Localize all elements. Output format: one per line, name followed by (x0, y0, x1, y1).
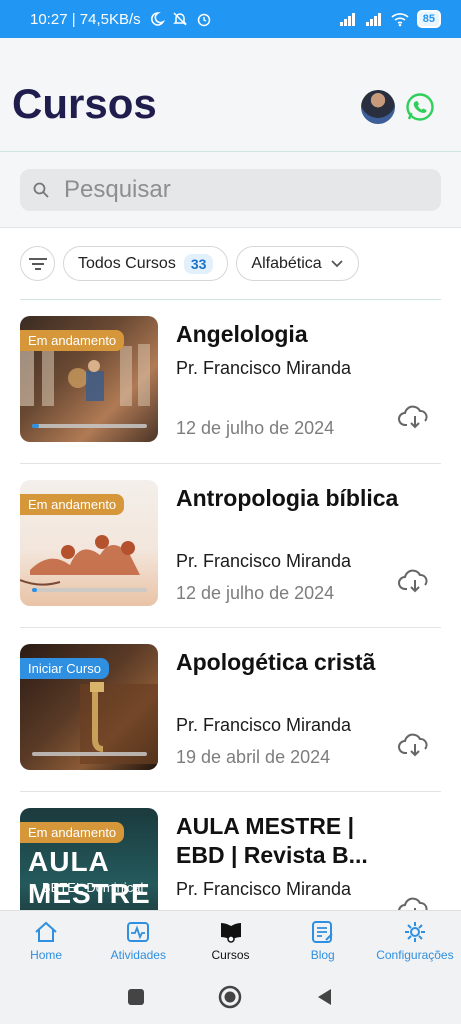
nav-activities[interactable]: Atividades (92, 911, 184, 970)
status-badge: Em andamento (20, 330, 125, 351)
filter-icon (28, 257, 47, 270)
course-card[interactable]: Em andamento Antropologia bíblica Pr. Fr… (20, 464, 441, 628)
sort-label: Alfabética (251, 254, 322, 272)
alarm-icon (197, 13, 210, 27)
course-thumbnail[interactable]: Em andamento (20, 316, 158, 442)
status-time: 10:27 | 74,5KB/s (30, 10, 141, 28)
nav-blog[interactable]: Blog (277, 911, 369, 970)
activity-icon (127, 921, 150, 942)
thumbnail-title: AULA MESTRE (28, 846, 151, 909)
course-date: 12 de julho de 2024 (176, 418, 335, 438)
course-author: Pr. Francisco Miranda (176, 551, 352, 571)
signal-icon (339, 13, 355, 26)
course-author: Pr. Francisco Miranda (176, 879, 352, 899)
course-list: Em andamento Angelologia Pr. Francisco M… (20, 300, 441, 956)
nav-label: Cursos (211, 947, 250, 962)
course-date: 19 de abril de 2024 (176, 747, 331, 767)
status-bar: 10:27 | 74,5KB/s 85 (0, 0, 461, 38)
download-cloud-icon[interactable] (398, 732, 432, 758)
nav-settings[interactable]: Configurações (369, 911, 461, 970)
whatsapp-icon[interactable] (404, 91, 436, 123)
nav-label: Configurações (376, 947, 454, 962)
course-card[interactable]: Iniciar Curso Apologética cristã Pr. Fra… (20, 628, 441, 792)
home-button-icon[interactable] (217, 984, 243, 1010)
gear-icon (404, 921, 425, 942)
course-title[interactable]: Angelologia (176, 320, 406, 349)
download-cloud-icon[interactable] (398, 404, 432, 430)
course-date: 12 de julho de 2024 (176, 583, 335, 603)
muted-bell-icon (172, 12, 187, 26)
course-author: Pr. Francisco Miranda (176, 715, 352, 735)
nav-label: Blog (310, 947, 335, 962)
search-icon (33, 182, 49, 198)
status-badge: Em andamento (20, 822, 125, 843)
progress-fill (32, 424, 39, 428)
course-title[interactable]: AULA MESTRE | EBD | Revista B... (176, 812, 406, 870)
moon-icon (150, 12, 165, 26)
course-author: Pr. Francisco Miranda (176, 358, 352, 378)
course-thumbnail[interactable]: Iniciar Curso (20, 644, 158, 770)
home-icon (35, 921, 57, 942)
download-cloud-icon[interactable] (398, 568, 432, 594)
page-header: Cursos (0, 38, 461, 152)
blog-icon (311, 920, 333, 943)
courses-count-badge: 33 (183, 253, 214, 274)
all-courses-label: Todos Cursos (78, 254, 176, 272)
nav-courses[interactable]: Cursos (184, 911, 276, 970)
back-icon[interactable] (315, 987, 335, 1007)
course-thumbnail[interactable]: Em andamento (20, 480, 158, 606)
nav-label: Atividades (110, 947, 166, 962)
nav-home[interactable]: Home (0, 911, 92, 970)
thumbnail-subtitle: BETEL Dominical (42, 880, 144, 895)
progress-bar (32, 752, 147, 756)
page-title: Cursos (12, 80, 157, 127)
bottom-nav: Home Atividades Cursos Blog Configuraçõe… (0, 910, 461, 970)
course-title[interactable]: Antropologia bíblica (176, 484, 406, 513)
course-title[interactable]: Apologética cristã (176, 648, 406, 677)
nav-label: Home (30, 947, 63, 962)
chevron-down-icon (331, 259, 343, 267)
battery-indicator: 85 (416, 10, 441, 28)
progress-bar (32, 588, 147, 592)
signal-icon (365, 13, 381, 26)
status-badge: Iniciar Curso (20, 658, 109, 679)
search-area (0, 152, 461, 228)
course-card[interactable]: Em andamento Angelologia Pr. Francisco M… (20, 300, 441, 464)
search-input[interactable] (64, 176, 404, 204)
all-courses-chip[interactable]: Todos Cursos 33 (63, 246, 229, 281)
progress-fill (32, 588, 37, 592)
courses-icon (220, 922, 241, 943)
status-badge: Em andamento (20, 494, 125, 515)
recent-apps-icon[interactable] (126, 987, 146, 1007)
filter-row: Todos Cursos 33 Alfabética (20, 246, 359, 281)
filter-button[interactable] (20, 246, 55, 281)
search-box[interactable] (20, 169, 441, 211)
progress-bar (32, 424, 147, 428)
avatar[interactable] (361, 90, 395, 124)
system-nav-bar (0, 970, 461, 1024)
sort-dropdown[interactable]: Alfabética (236, 246, 359, 281)
wifi-icon (391, 13, 409, 27)
